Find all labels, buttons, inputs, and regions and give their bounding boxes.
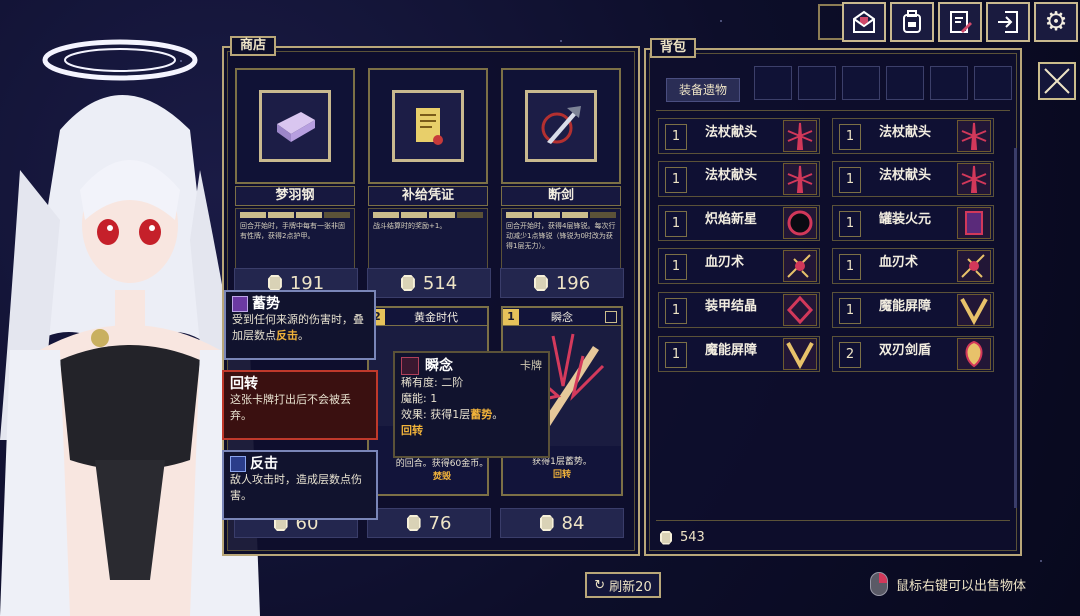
relic-slot[interactable] (754, 66, 792, 100)
card-description: 获得1层蓄势。 回转 (532, 457, 592, 480)
item-description: 回合开始时，获得4层锋锐。每次行动减少1点锋锐（锋锐为0时改为获得1层无力）。 (501, 208, 621, 270)
toolbar-frame (818, 4, 844, 40)
character-art (0, 20, 260, 616)
upgrade-progress (506, 212, 616, 218)
keyword-tooltip: 回转 这张卡牌打出后不会被丢弃。 (222, 370, 378, 440)
keyword-tooltip: 反击 敌人攻击时，造成层数点伤害。 (222, 450, 378, 520)
card-tooltip: 瞬念 卡牌 稀有度: 二阶 魔能: 1 效果: 获得1层蓄势。 回转 (393, 351, 550, 458)
coin-icon (660, 530, 672, 545)
momentum-icon (232, 296, 248, 312)
item-description: 回合开始时，手牌中每有一张非固有性牌，获得2点护甲。 (235, 208, 355, 270)
card-cost: 1 (503, 308, 519, 325)
backpack-item[interactable]: 1 法杖献头 (658, 161, 820, 197)
item-description: 战斗结算时的奖励+1。 (368, 208, 488, 270)
exit-icon[interactable] (986, 2, 1030, 42)
card-slot-icon (605, 310, 617, 323)
relic-slot[interactable] (842, 66, 880, 100)
relic-slots (754, 66, 1012, 100)
keyword-tooltip: 蓄势 受到任何来源的伤害时，叠加层数点反击。 (224, 290, 376, 360)
nova-ring-icon (783, 207, 817, 239)
relic-slot[interactable] (974, 66, 1012, 100)
coin-icon (406, 515, 421, 531)
canned-fire-icon (957, 207, 991, 239)
shop-item[interactable]: 梦羽钢 回合开始时，手牌中每有一张非固有性牌，获得2点护甲。 (235, 68, 359, 270)
backpack-item[interactable]: 1 法杖献头 (832, 118, 994, 154)
staff-icon (783, 163, 817, 195)
staff-icon (783, 120, 817, 152)
backpack-item[interactable]: 1 炽焰新星 (658, 205, 820, 241)
item-name: 断剑 (501, 186, 621, 206)
backpack-title: 背包 (650, 38, 697, 58)
card-name: 瞬念 (551, 310, 573, 324)
broken-sword-icon (541, 106, 581, 144)
refresh-icon: ↻ (594, 577, 606, 593)
backpack-item[interactable]: 1 血刃术 (658, 248, 820, 284)
price-tag: 84 (500, 508, 624, 538)
backpack-item[interactable]: 1 法杖献头 (658, 118, 820, 154)
backpack-item[interactable]: 1 法杖献头 (832, 161, 994, 197)
shop-item[interactable]: 断剑 回合开始时，获得4层锋锐。每次行动减少1点锋锐（锋锐为0时改为获得1层无力… (501, 68, 625, 270)
magic-barrier-icon (783, 338, 817, 370)
armor-crystal-icon (783, 294, 817, 326)
backpack-item[interactable]: 2 双刃剑盾 (832, 336, 994, 372)
divider (656, 110, 1010, 111)
price-tag: 76 (367, 508, 491, 538)
blood-blade-icon (957, 250, 991, 282)
staff-icon (957, 163, 991, 195)
mail-icon[interactable] (842, 2, 886, 42)
card-description: 的回合。获得60金币。 焚毁 (395, 459, 489, 482)
backpack-scrollbar[interactable] (1014, 148, 1017, 508)
price-tag: 196 (500, 268, 624, 298)
notes-icon[interactable] (938, 2, 982, 42)
coin-icon (267, 275, 282, 291)
gear-icon[interactable]: ⚙ (1034, 2, 1078, 42)
close-button[interactable] (1038, 62, 1076, 100)
twin-blade-shield-icon (957, 338, 991, 370)
card-name: 黄金时代 (414, 310, 458, 324)
divider (656, 520, 1010, 521)
backpack-icon[interactable] (890, 2, 934, 42)
close-icon (1044, 68, 1070, 94)
upgrade-progress (240, 212, 350, 218)
magic-barrier-icon (957, 294, 991, 326)
coin-icon (533, 275, 548, 291)
top-toolbar: ⚙ (842, 2, 1078, 42)
upgrade-progress (373, 212, 483, 218)
supply-voucher-icon (416, 108, 443, 145)
relic-slot[interactable] (798, 66, 836, 100)
item-name: 补给凭证 (368, 186, 488, 206)
shop-item[interactable]: 补给凭证 战斗结算时的奖励+1。 (368, 68, 492, 270)
backpack-item[interactable]: 1 罐装火元 (832, 205, 994, 241)
staff-icon (957, 120, 991, 152)
card-thumb-icon (401, 357, 419, 375)
item-name: 梦羽钢 (235, 186, 355, 206)
backpack-item[interactable]: 1 魔能屏障 (658, 336, 820, 372)
coin-icon (400, 275, 415, 291)
crystal-ingot-icon (277, 112, 315, 142)
shop-title: 商店 (230, 36, 277, 56)
backpack-item[interactable]: 1 魔能屏障 (832, 292, 994, 328)
backpack-item[interactable]: 1 血刃术 (832, 248, 994, 284)
backpack-item[interactable]: 1 装甲结晶 (658, 292, 820, 328)
price-tag: 514 (367, 268, 491, 298)
sell-hint: 鼠标右键可以出售物体 (870, 572, 1026, 596)
counter-icon (230, 456, 246, 472)
relic-slot[interactable] (930, 66, 968, 100)
equip-relics-button[interactable]: 装备遗物 (666, 78, 740, 102)
coin-icon (539, 515, 554, 531)
gold-display: 543 (660, 530, 705, 545)
refresh-button[interactable]: ↻ 刷新20 (585, 572, 661, 598)
blood-blade-icon (783, 250, 817, 282)
mouse-icon (870, 572, 888, 596)
relic-slot[interactable] (886, 66, 924, 100)
